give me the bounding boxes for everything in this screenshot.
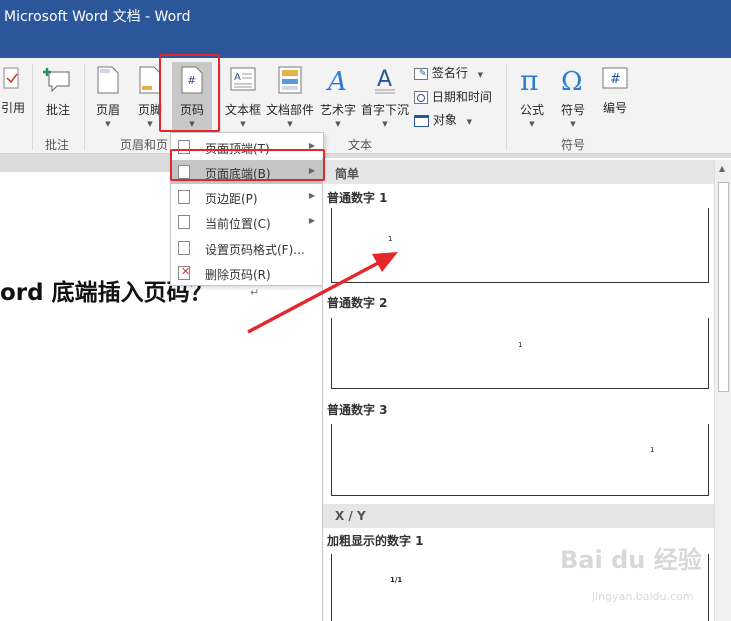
object-button[interactable]: 对象 ▼ bbox=[414, 111, 472, 128]
group-label-symbols: 符号 bbox=[561, 138, 586, 152]
baidu-watermark-url: jingyan.baidu.com bbox=[592, 590, 694, 603]
dropcap-icon: A bbox=[375, 67, 395, 94]
chevron-down-icon: ▼ bbox=[529, 120, 535, 128]
gallery-section-xy: X / Y bbox=[323, 504, 715, 528]
number-button[interactable]: # 编号 bbox=[598, 66, 632, 116]
quick-parts-button[interactable]: 文档部件 ▼ bbox=[266, 66, 314, 128]
signature-line-button[interactable]: ✎ 签名行 ▼ bbox=[414, 64, 483, 81]
group-separator bbox=[84, 64, 85, 150]
group-label-comments: 批注 bbox=[45, 138, 70, 152]
group-label-text: 文本 bbox=[348, 138, 373, 152]
chevron-down-icon: ▼ bbox=[335, 120, 341, 128]
gallery-scrollbar[interactable]: ▲ bbox=[714, 160, 731, 621]
chevron-down-icon: ▼ bbox=[382, 120, 388, 128]
svg-text:#: # bbox=[610, 72, 621, 87]
menu-item-current-position[interactable]: 当前位置(C) ▶ bbox=[171, 210, 323, 234]
omega-icon: Ω bbox=[561, 67, 583, 97]
calendar-icon bbox=[414, 91, 428, 104]
header-button[interactable]: 页眉 ▼ bbox=[92, 66, 124, 128]
cross-reference-icon bbox=[3, 67, 19, 89]
number-icon: # bbox=[602, 67, 628, 89]
chevron-down-icon: ▼ bbox=[570, 120, 576, 128]
header-icon bbox=[97, 66, 119, 94]
svg-text:A: A bbox=[234, 72, 241, 83]
group-label-header-footer: 页眉和页 bbox=[120, 138, 169, 152]
date-time-button[interactable]: 日期和时间 bbox=[414, 88, 492, 105]
chevron-down-icon: ▼ bbox=[477, 71, 484, 79]
svg-text:A: A bbox=[377, 67, 392, 92]
textbox-button[interactable]: A 文本框 ▼ bbox=[223, 66, 263, 128]
page-number-sample: 1 bbox=[650, 446, 655, 454]
baidu-watermark: Bai du 经验 bbox=[560, 546, 702, 574]
comment-plus-icon bbox=[43, 68, 70, 93]
svg-text:A: A bbox=[326, 67, 347, 94]
quick-parts-icon bbox=[278, 66, 302, 94]
chevron-right-icon: ▶ bbox=[308, 216, 315, 225]
remove-page-number-icon: ✕ bbox=[178, 265, 190, 280]
page-number-sample: 1/1 bbox=[390, 576, 403, 584]
chevron-down-icon: ▼ bbox=[240, 120, 246, 128]
object-icon bbox=[414, 114, 429, 127]
signature-icon: ✎ bbox=[414, 67, 428, 80]
group-separator bbox=[32, 64, 33, 150]
equation-button[interactable]: π 公式 ▼ bbox=[514, 64, 550, 128]
wordart-button[interactable]: A 艺术字 ▼ bbox=[318, 66, 358, 128]
highlight-bottom-of-page-item bbox=[170, 149, 325, 181]
window-title: Microsoft Word 文档 - Word bbox=[4, 9, 191, 25]
format-page-number-icon bbox=[178, 241, 190, 255]
pi-icon: π bbox=[520, 64, 538, 97]
gallery-item-plain-number-3[interactable]: 1 bbox=[331, 424, 709, 496]
red-arrow-icon bbox=[247, 252, 398, 334]
footer-icon bbox=[139, 66, 161, 94]
scroll-up-icon[interactable]: ▲ bbox=[719, 164, 725, 173]
page-margin-icon bbox=[178, 190, 190, 204]
current-position-icon bbox=[178, 215, 190, 229]
textbox-icon: A bbox=[230, 67, 256, 91]
gallery-item-label: 普通数字 1 bbox=[327, 191, 388, 205]
chevron-right-icon: ▶ bbox=[308, 191, 315, 200]
chevron-down-icon: ▼ bbox=[105, 120, 111, 128]
highlight-page-number-button bbox=[159, 54, 220, 132]
gallery-item-label: 普通数字 3 bbox=[327, 403, 388, 417]
page-number-sample: 1 bbox=[518, 341, 523, 349]
gallery-item-label: 加粗显示的数字 1 bbox=[327, 534, 424, 548]
chevron-down-icon: ▼ bbox=[287, 120, 293, 128]
symbol-button[interactable]: Ω 符号 ▼ bbox=[556, 66, 590, 128]
chevron-down-icon: ▼ bbox=[466, 118, 473, 126]
group-separator bbox=[506, 64, 507, 150]
new-comment-button[interactable]: 批注 bbox=[40, 66, 76, 118]
scrollbar-thumb[interactable] bbox=[718, 182, 729, 392]
gallery-section-simple: 简单 bbox=[323, 160, 715, 184]
svg-text:Ω: Ω bbox=[561, 67, 583, 94]
title-bar: Microsoft Word 文档 - Word bbox=[0, 0, 731, 58]
dropcap-button[interactable]: A 首字下沉 ▼ bbox=[360, 66, 410, 128]
svg-text:π: π bbox=[520, 66, 538, 94]
wordart-icon: A bbox=[326, 67, 347, 97]
menu-item-page-margins[interactable]: 页边距(P) ▶ bbox=[171, 185, 323, 209]
cross-reference-button[interactable]: 引用 bbox=[0, 66, 28, 116]
